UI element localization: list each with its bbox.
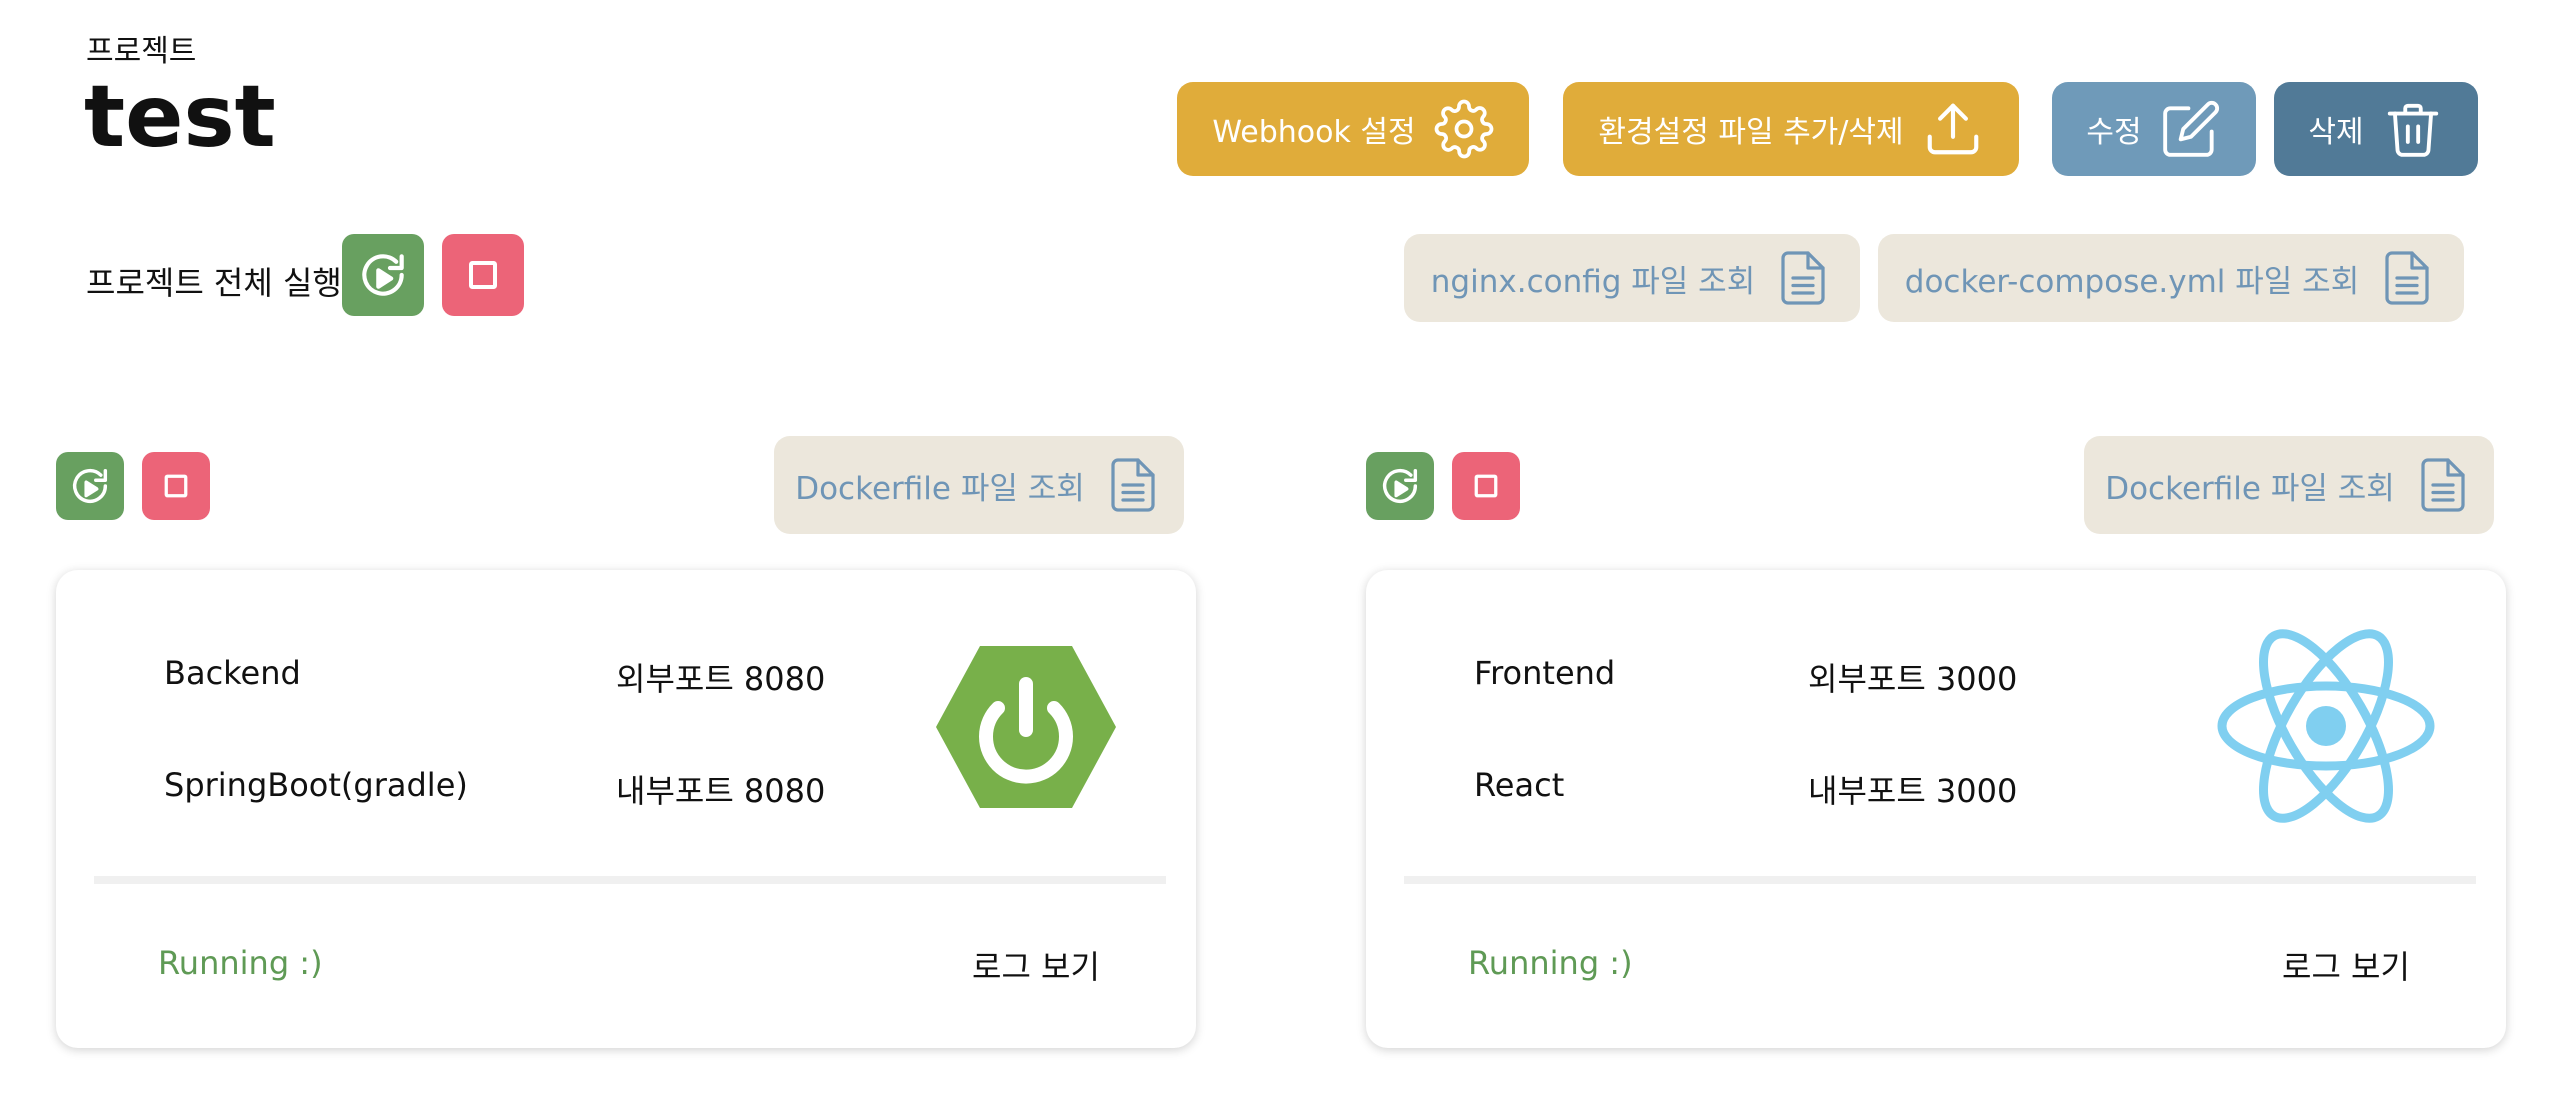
page-title: test — [84, 67, 276, 167]
restart-play-icon — [1382, 468, 1418, 503]
view-logs-link[interactable]: 로그 보기 — [2282, 942, 2410, 988]
file-icon — [1781, 251, 1825, 305]
backend-dockerfile-button[interactable]: Dockerfile 파일 조회 — [774, 436, 1184, 534]
env-file-label: 환경설정 파일 추가/삭제 — [1598, 115, 1904, 150]
external-port: 외부포트 8080 — [616, 660, 826, 698]
delete-button[interactable]: 삭제 — [2274, 82, 2478, 176]
status-text: Running :) — [1468, 944, 1633, 982]
frontend-stop-button[interactable] — [1452, 452, 1520, 520]
compose-file-label: docker-compose.yml 파일 조회 — [1904, 263, 2360, 300]
spring-boot-logo-icon — [936, 646, 1116, 808]
frontend-run-button[interactable] — [1366, 452, 1434, 520]
compose-file-button[interactable]: docker-compose.yml 파일 조회 — [1878, 234, 2464, 322]
restart-play-icon — [72, 468, 108, 503]
view-logs-link[interactable]: 로그 보기 — [972, 942, 1100, 988]
frontend-service-card: Frontend React 외부포트 3000 내부포트 3000 Runni… — [1366, 570, 2506, 1048]
webhook-settings-label: Webhook 설정 — [1212, 115, 1416, 150]
status-text: Running :) — [158, 944, 323, 982]
service-framework: React — [1474, 766, 1565, 804]
upload-icon — [1927, 103, 1978, 155]
frontend-dockerfile-button[interactable]: Dockerfile 파일 조회 — [2084, 436, 2494, 534]
card-divider — [94, 876, 1166, 884]
service-name: Frontend — [1474, 654, 1616, 692]
backend-stop-button[interactable] — [142, 452, 210, 520]
file-icon — [1111, 458, 1155, 512]
gear-icon — [1434, 99, 1493, 159]
project-run-button[interactable] — [342, 234, 424, 316]
delete-label: 삭제 — [2308, 115, 2364, 150]
breadcrumb: 프로젝트 — [86, 34, 197, 69]
stop-icon — [1474, 474, 1498, 498]
dockerfile-label: Dockerfile 파일 조회 — [795, 470, 1085, 507]
webhook-settings-button[interactable]: Webhook 설정 — [1177, 82, 1529, 176]
nginx-file-label: nginx.config 파일 조회 — [1430, 263, 1756, 300]
edit-button[interactable]: 수정 — [2052, 82, 2256, 176]
external-port: 외부포트 3000 — [1808, 660, 2018, 698]
project-stop-button[interactable] — [442, 234, 524, 316]
service-framework: SpringBoot(gradle) — [164, 766, 468, 804]
env-file-button[interactable]: 환경설정 파일 추가/삭제 — [1563, 82, 2019, 176]
backend-run-button[interactable] — [56, 452, 124, 520]
restart-play-icon — [362, 254, 404, 296]
react-logo-icon — [2217, 629, 2435, 823]
nginx-file-button[interactable]: nginx.config 파일 조회 — [1404, 234, 1860, 322]
project-run-label: 프로젝트 전체 실행 — [86, 264, 342, 302]
trash-icon — [2387, 103, 2438, 157]
edit-icon — [2162, 100, 2219, 157]
internal-port: 내부포트 8080 — [616, 772, 826, 810]
service-name: Backend — [164, 654, 301, 692]
card-divider — [1404, 876, 2476, 884]
stop-icon — [469, 261, 497, 289]
file-icon — [2421, 458, 2465, 512]
edit-label: 수정 — [2086, 115, 2142, 150]
file-icon — [2385, 251, 2429, 305]
stop-icon — [164, 474, 188, 498]
dockerfile-label: Dockerfile 파일 조회 — [2105, 470, 2395, 507]
internal-port: 내부포트 3000 — [1808, 772, 2018, 810]
backend-service-card: Backend SpringBoot(gradle) 외부포트 8080 내부포… — [56, 570, 1196, 1048]
